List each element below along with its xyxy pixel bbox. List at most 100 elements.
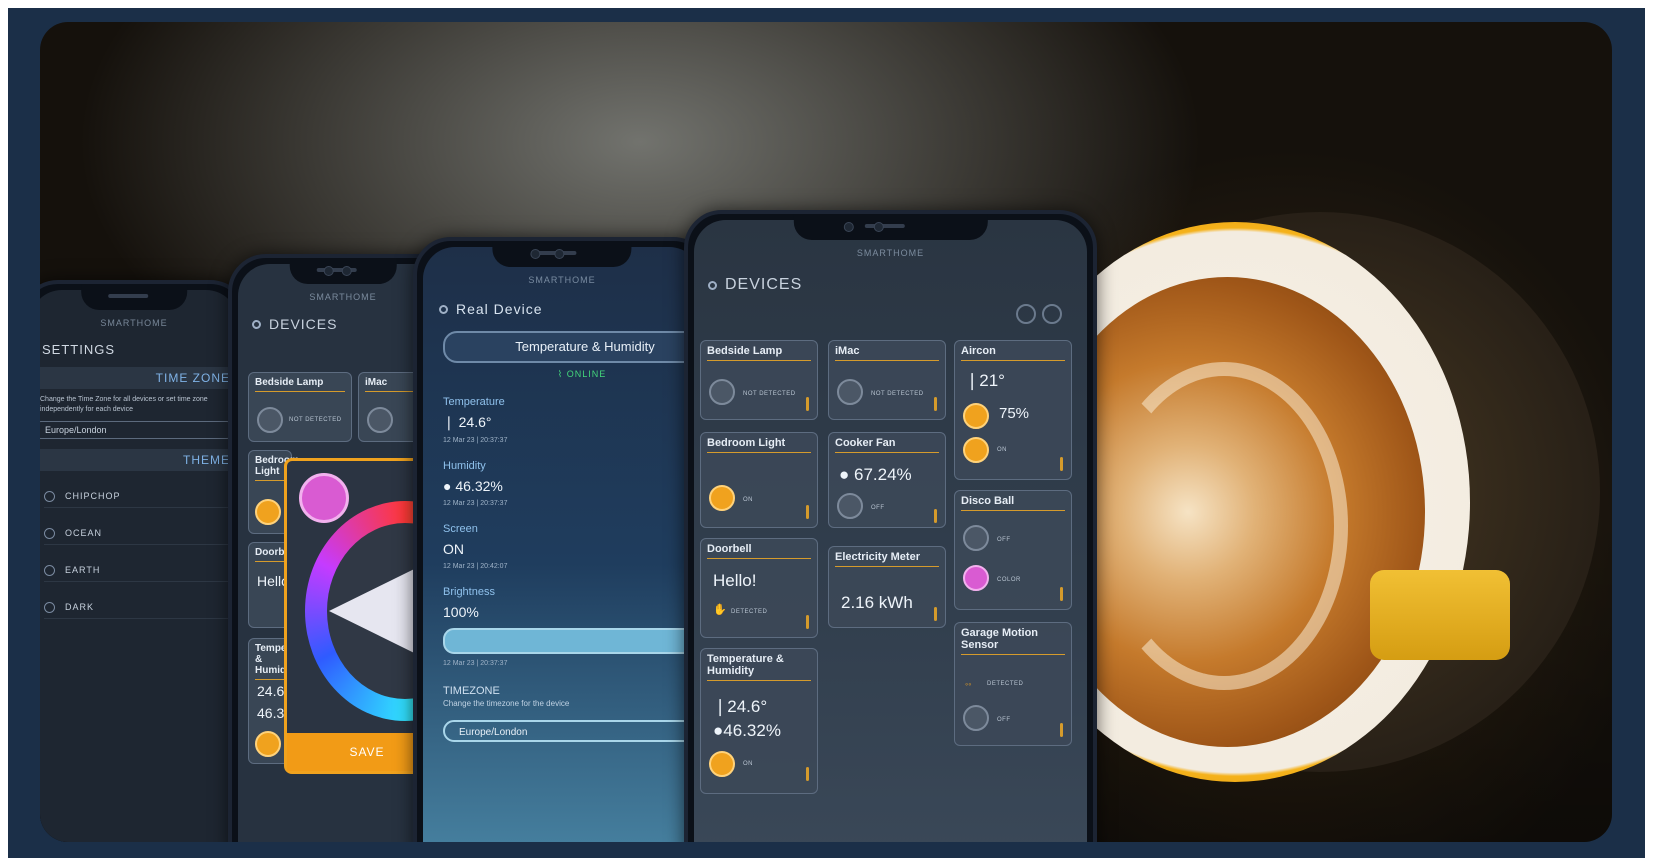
field-timestamp: 12 Mar 23 | 20:37:37	[443, 437, 508, 444]
devices-header: DEVICES	[708, 276, 1087, 294]
field-label: Brightness	[443, 586, 495, 598]
field-timestamp: 12 Mar 23 | 20:37:37	[443, 500, 508, 507]
field-label: Humidity	[443, 460, 486, 472]
droplet-icon: ●	[443, 478, 452, 494]
phone-notch	[81, 284, 187, 310]
theme-option-earth[interactable]: EARTH	[44, 559, 228, 582]
brand-logo: SMARTHOME	[100, 318, 168, 328]
field-label: Screen	[443, 523, 478, 535]
hero-frame: SMARTHOME SETTINGS TIME ZONE Change the …	[8, 8, 1645, 858]
device-tile-doorbell[interactable]: Doorbell Hello! DETECTED ✋	[700, 538, 818, 638]
more-icon[interactable]	[1060, 587, 1063, 601]
power-icon[interactable]	[837, 493, 863, 519]
field-value: ● 46.32%	[443, 478, 503, 494]
selected-color-swatch	[299, 473, 349, 523]
field-value: ON	[443, 541, 464, 557]
device-tile-disco-ball[interactable]: Disco Ball OFF COLOR	[954, 490, 1072, 610]
radio-icon	[44, 564, 55, 576]
field-timestamp: 12 Mar 23 | 20:37:37	[443, 660, 508, 667]
more-icon[interactable]	[1060, 723, 1063, 737]
radio-icon	[44, 601, 55, 613]
more-icon[interactable]	[934, 607, 937, 621]
hand-icon: ✋	[713, 604, 727, 616]
timezone-select[interactable]: Europe/London	[443, 720, 701, 742]
radio-icon	[44, 490, 55, 502]
brand-logo: SMARTHOME	[528, 275, 596, 285]
more-icon[interactable]	[806, 505, 809, 519]
power-icon[interactable]	[963, 525, 989, 551]
radio-icon	[44, 527, 55, 539]
device-tile-cooker-fan[interactable]: Cooker Fan ● 67.24% OFF	[828, 432, 946, 528]
more-icon[interactable]	[934, 509, 937, 523]
timezone-select[interactable]: Europe/London	[40, 421, 230, 439]
theme-option-chipchop[interactable]: CHIPCHOP	[44, 485, 228, 508]
more-icon[interactable]	[806, 767, 809, 781]
device-detail-screen: SMARTHOME Real Device Temperature & Humi…	[423, 247, 701, 842]
list-view-icon[interactable]	[1042, 304, 1062, 324]
power-icon[interactable]	[963, 437, 989, 463]
theme-option-ocean[interactable]: OCEAN	[44, 522, 228, 545]
power-icon[interactable]	[367, 407, 393, 433]
thermometer-icon: ❘	[443, 414, 455, 430]
timezone-description: Change the Time Zone for all devices or …	[40, 396, 208, 413]
power-icon[interactable]	[255, 499, 281, 525]
phone-notch	[492, 241, 632, 267]
field-value: ❘ 24.6°	[443, 414, 492, 430]
more-icon[interactable]	[806, 397, 809, 411]
gear-icon[interactable]	[252, 319, 261, 329]
hero-image: SMARTHOME SETTINGS TIME ZONE Change the …	[40, 22, 1612, 842]
device-tile-bedroom-light[interactable]: Bedroom Light ON	[700, 432, 818, 528]
cup-handle	[1370, 570, 1510, 660]
thermometer-icon: ❘	[713, 697, 728, 716]
pulse-icon: ⌇	[557, 369, 567, 379]
settings-title: SETTINGS	[42, 342, 116, 357]
device-tile-aircon[interactable]: Aircon ❘21° 75% ON	[954, 340, 1072, 480]
power-icon[interactable]	[837, 379, 863, 405]
theme-section-header: THEME	[40, 449, 238, 471]
settings-screen: SMARTHOME SETTINGS TIME ZONE Change the …	[40, 290, 238, 842]
field-value: 100%	[443, 604, 479, 620]
timezone-section-header: TIME ZONE	[40, 367, 238, 389]
droplet-icon: ●	[713, 721, 724, 740]
color-icon[interactable]	[963, 565, 989, 591]
field-label: Temperature	[443, 396, 505, 408]
device-name-pill: Temperature & Humidity	[443, 331, 701, 363]
detail-header: Real Device	[439, 301, 701, 317]
latte-art	[1100, 362, 1348, 690]
device-tile-temperature-humidity[interactable]: Temperature & Humidity ❘24.6° ●46.32% ON	[700, 648, 818, 794]
device-tile-bedside-lamp[interactable]: Bedside Lamp NOT DETECTED	[700, 340, 818, 420]
power-icon[interactable]	[963, 705, 989, 731]
fan-icon[interactable]	[963, 403, 989, 429]
power-icon[interactable]	[257, 407, 283, 433]
power-icon[interactable]	[709, 751, 735, 777]
power-icon[interactable]	[709, 485, 735, 511]
phone-devices-main: SMARTHOME DEVICES Bedside Lamp NOT DETEC…	[684, 210, 1097, 842]
gear-icon[interactable]	[439, 304, 448, 314]
device-tile-garage-motion-sensor[interactable]: Garage Motion Sensor ◦◦ DETECTED OFF	[954, 622, 1072, 746]
device-tile-bedside-lamp[interactable]: Bedside Lamp NOT DETECTED	[248, 372, 352, 442]
more-icon[interactable]	[1060, 457, 1063, 471]
phone-settings: SMARTHOME SETTINGS TIME ZONE Change the …	[40, 280, 248, 842]
device-tile-imac[interactable]: iMac NOT DETECTED	[828, 340, 946, 420]
more-icon[interactable]	[934, 397, 937, 411]
devices-screen: SMARTHOME DEVICES Bedside Lamp NOT DETEC…	[694, 220, 1087, 842]
grid-view-icon[interactable]	[1016, 304, 1036, 324]
theme-option-dark[interactable]: DARK	[44, 596, 228, 619]
online-status: ⌇ ONLINE	[557, 369, 607, 379]
field-timestamp: 12 Mar 23 | 20:42:07	[443, 563, 508, 570]
phone-notch	[793, 214, 988, 240]
motion-icon: ◦◦	[965, 679, 972, 689]
gear-icon[interactable]	[708, 280, 717, 290]
timezone-label: TIMEZONE	[443, 685, 500, 697]
thermometer-icon: ❘	[965, 371, 980, 390]
power-icon[interactable]	[255, 731, 281, 757]
phone-notch	[289, 258, 397, 284]
timezone-description: Change the timezone for the device	[443, 699, 570, 708]
device-tile-electricity-meter[interactable]: Electricity Meter 2.16 kWh	[828, 546, 946, 628]
power-icon[interactable]	[709, 379, 735, 405]
droplet-icon: ●	[839, 465, 850, 484]
brightness-slider[interactable]	[443, 628, 701, 654]
brand-logo: SMARTHOME	[856, 248, 925, 258]
phone-device-detail: SMARTHOME Real Device Temperature & Humi…	[413, 237, 711, 842]
more-icon[interactable]	[806, 615, 809, 629]
